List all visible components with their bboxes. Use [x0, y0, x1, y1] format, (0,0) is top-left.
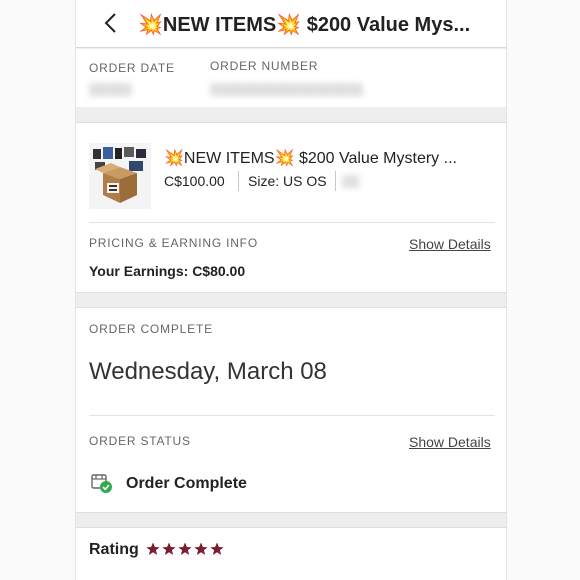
size-extra-divider: [335, 171, 336, 191]
order-details-screen: 💥NEW ITEMS💥 $200 Value Mys... ORDER DATE…: [75, 0, 507, 580]
rating-stars: [146, 542, 224, 556]
order-status-label: ORDER STATUS: [89, 434, 191, 448]
order-date-value-redacted: ▒▒▒▒▒: [89, 82, 132, 96]
item-card: 💥NEW ITEMS💥 $200 Value Mystery ... C$100…: [76, 122, 506, 293]
order-status-value: Order Complete: [126, 475, 247, 492]
order-complete-label: ORDER COMPLETE: [89, 322, 213, 336]
nav-header: 💥NEW ITEMS💥 $200 Value Mys...: [76, 0, 506, 48]
star-icon: [210, 542, 224, 556]
item-extra-redacted: ▒▒: [342, 174, 360, 188]
page-title: 💥NEW ITEMS💥 $200 Value Mys...: [138, 14, 471, 36]
star-icon: [162, 542, 176, 556]
order-number-value-redacted: ▒▒▒▒▒▒▒▒▒▒▒▒▒▒▒▒▒▒: [210, 82, 364, 96]
star-icon: [194, 542, 208, 556]
order-info-card: ORDER DATE ORDER NUMBER ▒▒▒▒▒ ▒▒▒▒▒▒▒▒▒▒…: [76, 49, 506, 107]
order-complete-card: ORDER COMPLETE Wednesday, March 08 ORDER…: [76, 307, 506, 513]
package-check-icon: [90, 472, 114, 494]
rating-label: Rating: [89, 541, 139, 558]
left-backdrop: [0, 0, 75, 580]
star-icon: [178, 542, 192, 556]
order-date-label: ORDER DATE: [89, 61, 175, 75]
item-price: C$100.00: [164, 173, 225, 189]
order-number-label: ORDER NUMBER: [210, 59, 319, 73]
order-complete-date: Wednesday, March 08: [89, 358, 327, 385]
pricing-label: PRICING & EARNING INFO: [89, 236, 258, 250]
item-thumbnail[interactable]: [89, 143, 151, 209]
back-button[interactable]: [100, 10, 122, 36]
rating-card: Rating: [76, 527, 506, 580]
price-size-divider: [238, 171, 239, 191]
item-title[interactable]: 💥NEW ITEMS💥 $200 Value Mystery ...: [164, 148, 494, 168]
mystery-box-image: [89, 143, 151, 209]
right-backdrop: [507, 0, 580, 580]
status-show-details-link[interactable]: Show Details: [409, 434, 491, 450]
star-icon: [146, 542, 160, 556]
item-divider: [89, 222, 495, 223]
chevron-left-icon: [104, 13, 116, 33]
earnings-text: Your Earnings: C$80.00: [89, 263, 246, 279]
complete-divider: [89, 415, 495, 416]
item-size: Size: US OS: [248, 173, 327, 189]
pricing-show-details-link[interactable]: Show Details: [409, 236, 491, 252]
